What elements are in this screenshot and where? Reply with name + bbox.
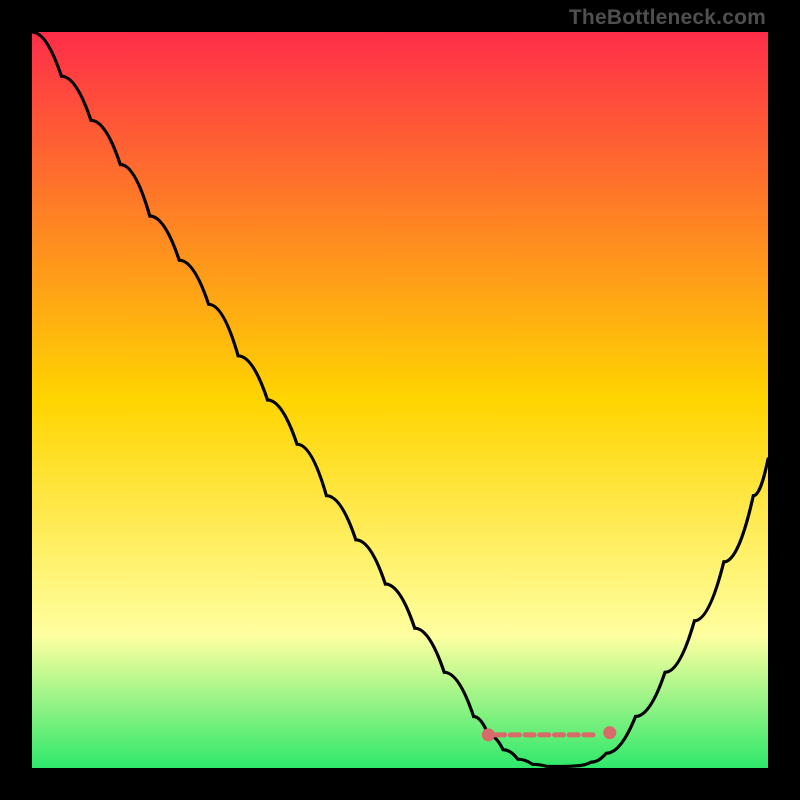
- gradient-background: [32, 32, 768, 768]
- chart-frame: TheBottleneck.com: [0, 0, 800, 800]
- curve-marker: [482, 728, 495, 741]
- curve-marker: [603, 726, 616, 739]
- watermark-text: TheBottleneck.com: [569, 6, 766, 30]
- plot-area: [32, 32, 768, 768]
- chart-svg: [32, 32, 768, 768]
